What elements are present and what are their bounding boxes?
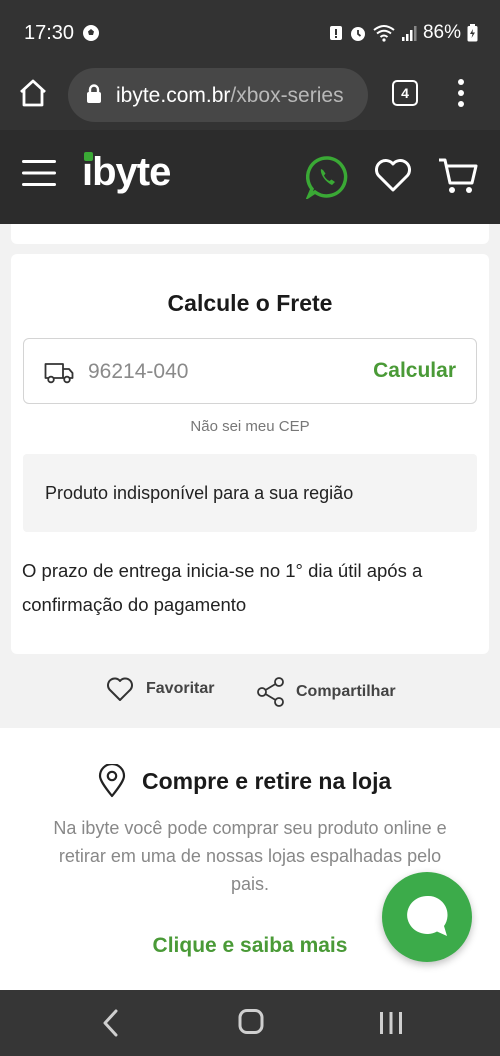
calculate-button[interactable]: Calcular xyxy=(373,359,456,383)
heart-icon xyxy=(107,677,133,701)
status-indicators: 86% xyxy=(329,22,478,44)
site-logo[interactable]: ibyte xyxy=(82,150,171,195)
chat-button[interactable] xyxy=(382,872,472,962)
alarm-icon xyxy=(350,27,365,41)
share-button[interactable]: Compartilhar xyxy=(256,676,396,708)
store-pickup-title: Compre e retire na loja xyxy=(142,767,392,794)
favorite-label: Favoritar xyxy=(146,680,215,697)
browser-toolbar: ibyte.com.br/xbox-series 4 xyxy=(0,64,500,130)
wifi-icon xyxy=(373,25,395,42)
store-pickup-header: Compre e retire na loja xyxy=(98,764,391,798)
url-path: /xbox-series xyxy=(230,84,344,107)
logo-accent xyxy=(84,152,93,161)
share-icon xyxy=(257,677,284,707)
battery-charging-icon xyxy=(467,24,478,42)
status-bar: 17:30 86% xyxy=(0,0,500,64)
unavailable-notice: Produto indisponível para a sua região xyxy=(23,454,477,532)
cep-input[interactable] xyxy=(88,357,348,387)
previous-card-edge xyxy=(11,224,489,244)
delivery-term-text: O prazo de entrega inicia-se no 1° dia ú… xyxy=(22,560,423,615)
status-time: 17:30 xyxy=(24,22,75,44)
store-pickup-description: Na ibyte você pode comprar seu produto o… xyxy=(53,818,447,894)
wishlist-heart-icon[interactable] xyxy=(374,157,412,193)
browser-menu-icon[interactable] xyxy=(456,78,466,108)
hamburger-menu-icon[interactable] xyxy=(22,160,56,186)
back-icon[interactable] xyxy=(100,1008,122,1038)
lock-icon xyxy=(87,84,101,103)
shipping-calculator-card: Calcule o Frete Calcular Não sei meu CEP… xyxy=(11,254,489,654)
home-icon[interactable] xyxy=(18,78,48,108)
dont-know-cep-link[interactable]: Não sei meu CEP xyxy=(11,418,489,435)
url-text: ibyte.com.br/xbox-series xyxy=(116,84,344,108)
system-navigation-bar xyxy=(0,990,500,1056)
url-host: ibyte.com.br xyxy=(116,84,231,107)
site-header: ibyte xyxy=(0,130,500,224)
share-label: Compartilhar xyxy=(296,683,396,700)
truck-icon xyxy=(44,363,74,384)
product-actions: Favoritar Compartilhar xyxy=(0,676,500,710)
home-button-icon[interactable] xyxy=(238,1008,264,1036)
unavailable-text: Produto indisponível para a sua região xyxy=(45,483,354,503)
cep-field: Calcular xyxy=(23,338,477,404)
soccer-ball-icon xyxy=(83,25,99,41)
tab-switcher-button[interactable]: 4 xyxy=(392,80,418,106)
recent-apps-icon[interactable] xyxy=(378,1010,404,1036)
favorite-button[interactable]: Favoritar xyxy=(106,676,214,702)
shipping-title: Calcule o Frete xyxy=(167,290,333,316)
alert-icon xyxy=(329,26,342,40)
chat-bubble-icon xyxy=(407,895,448,936)
signal-icon xyxy=(401,26,417,41)
cart-icon[interactable] xyxy=(438,156,478,196)
whatsapp-icon[interactable] xyxy=(306,155,350,199)
location-pin-icon xyxy=(98,764,126,798)
address-bar[interactable]: ibyte.com.br/xbox-series xyxy=(68,68,368,122)
battery-percent: 86% xyxy=(422,22,461,43)
